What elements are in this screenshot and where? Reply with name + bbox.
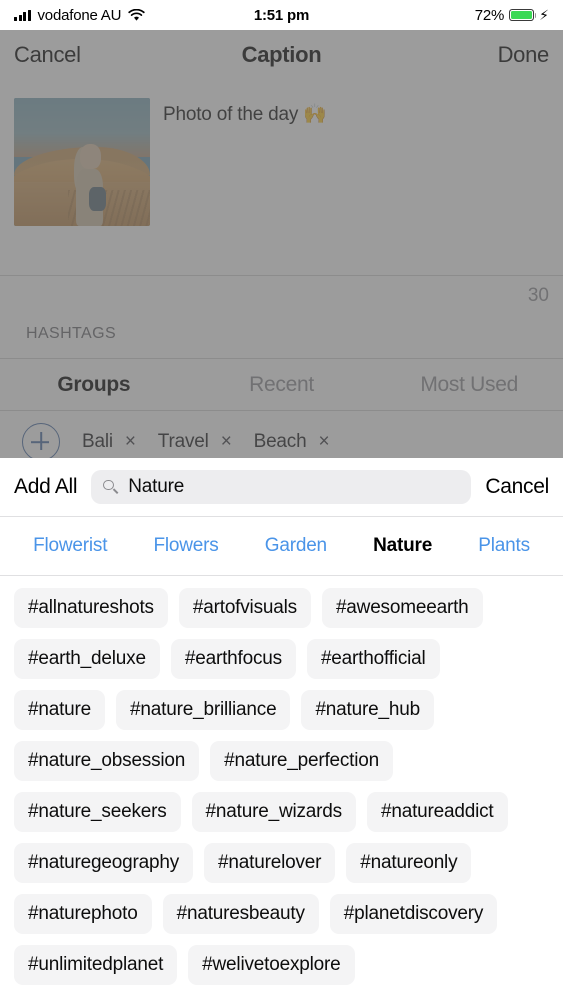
- hashtag-chip[interactable]: #earthfocus: [170, 639, 296, 679]
- hashtag-chip[interactable]: #nature_perfection: [210, 741, 394, 781]
- category-tab-plants[interactable]: Plants: [478, 535, 530, 557]
- category-tab-flowerist[interactable]: Flowerist: [33, 535, 107, 557]
- wifi-icon: [128, 8, 145, 21]
- category-tab-garden[interactable]: Garden: [265, 535, 327, 557]
- hashtag-chip[interactable]: #earthofficial: [306, 639, 440, 679]
- background-content: vodafone AU 1:51 pm 72% ⚡ Cancel Caption…: [0, 0, 563, 460]
- hashtag-chip[interactable]: #naturesbeauty: [162, 894, 319, 934]
- hashtag-chip[interactable]: #naturegeography: [14, 843, 194, 883]
- app-screen: vodafone AU 1:51 pm 72% ⚡ Cancel Caption…: [0, 0, 563, 1000]
- search-input[interactable]: Nature: [91, 470, 472, 504]
- hashtag-row: #naturegeography #naturelover #natureonl…: [14, 843, 549, 883]
- hashtag-row: #unlimitedplanet #welivetoexplore: [14, 945, 549, 985]
- sheet-cancel-button[interactable]: Cancel: [485, 475, 549, 499]
- hashtag-chip[interactable]: #allnatureshots: [14, 588, 168, 628]
- hashtag-chip[interactable]: #nature_obsession: [14, 741, 200, 781]
- hashtag-chip[interactable]: #nature_seekers: [14, 792, 181, 832]
- hashtag-chip[interactable]: #naturelover: [204, 843, 336, 883]
- hashtag-chip[interactable]: #natureaddict: [366, 792, 508, 832]
- hashtag-chip[interactable]: #planetdiscovery: [329, 894, 498, 934]
- hashtag-row: #naturephoto #naturesbeauty #planetdisco…: [14, 894, 549, 934]
- hashtag-chip[interactable]: #nature_wizards: [191, 792, 356, 832]
- search-input-value: Nature: [128, 476, 185, 497]
- status-bar: vodafone AU 1:51 pm 72% ⚡: [0, 0, 563, 30]
- hashtag-chip[interactable]: #natureonly: [346, 843, 472, 883]
- add-all-button[interactable]: Add All: [14, 475, 78, 499]
- category-tabs: Flowerist Flowers Garden Nature Plants: [0, 517, 563, 575]
- carrier-label: vodafone AU: [37, 6, 122, 24]
- hashtag-list: #allnatureshots #artofvisuals #awesomeea…: [0, 576, 563, 985]
- lightning-bolt-icon: ⚡: [539, 7, 549, 23]
- category-tab-nature[interactable]: Nature: [373, 535, 432, 557]
- hashtag-row: #allnatureshots #artofvisuals #awesomeea…: [14, 588, 549, 628]
- hashtag-chip[interactable]: #artofvisuals: [178, 588, 311, 628]
- battery-icon: [509, 9, 537, 21]
- hashtag-chip[interactable]: #welivetoexplore: [188, 945, 355, 985]
- hashtag-picker-sheet: Add All Nature Cancel Flowerist Flowers …: [0, 458, 563, 1000]
- hashtag-chip[interactable]: #nature: [14, 690, 106, 730]
- dim-overlay[interactable]: [0, 30, 563, 460]
- hashtag-row: #nature_obsession #nature_perfection: [14, 741, 549, 781]
- status-bar-right: 72% ⚡: [475, 7, 549, 24]
- hashtag-chip[interactable]: #nature_brilliance: [116, 690, 291, 730]
- hashtag-row: #earth_deluxe #earthfocus #earthofficial: [14, 639, 549, 679]
- hashtag-chip[interactable]: #nature_hub: [301, 690, 434, 730]
- search-icon: [103, 479, 118, 495]
- battery-percent-label: 72%: [474, 6, 505, 24]
- hashtag-chip[interactable]: #naturephoto: [14, 894, 152, 934]
- status-bar-left: vodafone AU: [14, 7, 145, 24]
- hashtag-chip[interactable]: #earth_deluxe: [14, 639, 160, 679]
- hashtag-row: #nature_seekers #nature_wizards #naturea…: [14, 792, 549, 832]
- sheet-search-row: Add All Nature Cancel: [0, 458, 563, 516]
- category-tab-flowers[interactable]: Flowers: [153, 535, 218, 557]
- hashtag-row: #nature #nature_brilliance #nature_hub: [14, 690, 549, 730]
- hashtag-chip[interactable]: #unlimitedplanet: [14, 945, 178, 985]
- cellular-bars-icon: [14, 9, 31, 21]
- hashtag-chip[interactable]: #awesomeearth: [321, 588, 483, 628]
